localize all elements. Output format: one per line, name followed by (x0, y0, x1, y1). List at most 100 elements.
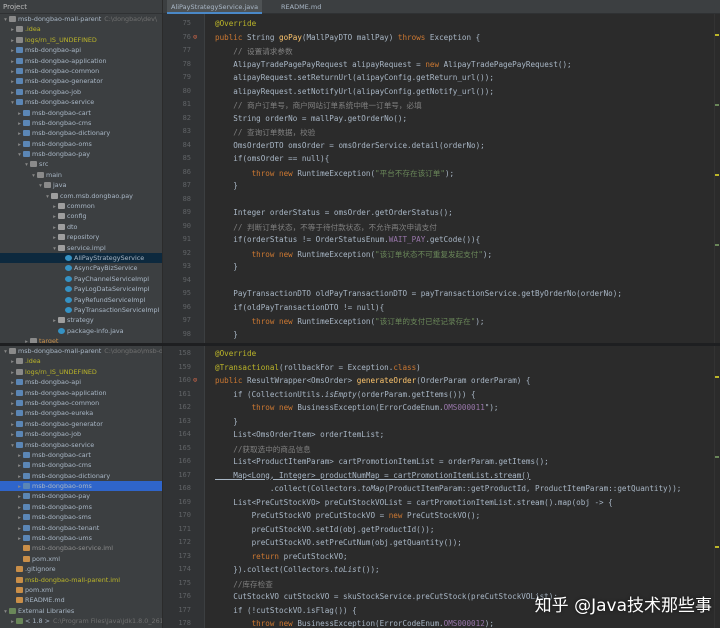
chevron-down-icon[interactable]: ▾ (37, 181, 44, 190)
tree-item[interactable]: ▾ msb-dongbao-pay (0, 149, 162, 159)
tree-item[interactable]: package-info.java (0, 326, 162, 336)
chevron-down-icon[interactable]: ▾ (2, 15, 9, 24)
code-editor[interactable]: @Override public String goPay(MallPayDTO … (205, 14, 720, 343)
tree-item[interactable]: ▸ msb-dongbao-api (0, 45, 162, 55)
chevron-down-icon[interactable]: ▾ (23, 160, 30, 169)
code-line[interactable]: public ResultWrapper<OmsOrder> generateO… (215, 376, 530, 385)
tree-item[interactable]: ▸ msb-dongbao-ums (0, 533, 162, 543)
code-line[interactable]: } (215, 417, 238, 426)
tree-item[interactable]: ▸ msb-dongbao-common (0, 398, 162, 408)
tab-alipay-strategy-service[interactable]: AliPayStrategyService.java (167, 0, 263, 14)
tree-item[interactable]: ▾ msb-dongbao-mall-parent C:\dongbao\msb-d (0, 346, 162, 356)
tree-item[interactable]: ▸ msb-dongbao-cart (0, 450, 162, 460)
tree-item[interactable]: ▸ msb-dongbao-pay (0, 491, 162, 501)
code-line[interactable]: OmsOrderDTO omsOrder = omsOrderService.d… (215, 141, 484, 150)
tree-item[interactable]: ▾ service.impl (0, 243, 162, 253)
tree-item[interactable]: ▸ strategy (0, 315, 162, 325)
tree-item[interactable]: ▸ target (0, 336, 162, 343)
chevron-right-icon[interactable]: ▸ (16, 492, 23, 501)
tree-item[interactable]: ▸ msb-dongbao-tenant (0, 523, 162, 533)
tree-item[interactable]: msb-dongbao-service.iml (0, 543, 162, 553)
tree-item[interactable]: ▸ msb-dongbao-application (0, 388, 162, 398)
code-line[interactable]: alipayRequest.setNotifyUrl(alipayConfig.… (215, 87, 494, 96)
tree-item[interactable]: PayRefundServiceImpl (0, 295, 162, 305)
tree-item[interactable]: ▸ dto (0, 222, 162, 232)
project-tree-header[interactable]: Project (0, 0, 162, 14)
code-line[interactable]: } (215, 330, 238, 339)
code-line[interactable]: @Override (215, 19, 256, 28)
code-line[interactable]: if(omsOrder == null){ (215, 154, 329, 163)
tree-item[interactable]: ▸ logs/rn_IS_UNDEFINED (0, 35, 162, 45)
tree-item[interactable]: ▸ msb-dongbao-application (0, 56, 162, 66)
tree-item[interactable]: .gitignore (0, 564, 162, 574)
code-line[interactable]: preCutStockVO.setId(obj.getProductId()); (215, 525, 435, 534)
tree-item[interactable]: ▸ msb-dongbao-dictionary (0, 128, 162, 138)
tree-item[interactable]: ▾ msb-dongbao-service (0, 97, 162, 107)
chevron-down-icon[interactable]: ▾ (16, 150, 23, 159)
tree-item[interactable]: ▾ main (0, 170, 162, 180)
tree-item[interactable]: ▸ msb-dongbao-dictionary (0, 471, 162, 481)
chevron-right-icon[interactable]: ▸ (16, 140, 23, 149)
tree-item[interactable]: ▾ msb-dongbao-service (0, 440, 162, 450)
tree-item[interactable]: ▾ com.msb.dongbao.pay (0, 191, 162, 201)
code-line[interactable]: String orderNo = mallPay.getOrderNo(); (215, 114, 407, 123)
tree-item[interactable]: ▸ .idea (0, 24, 162, 34)
code-editor[interactable]: @Override @Transactional(rollbackFor = Ex… (205, 346, 720, 628)
code-line[interactable]: Integer orderStatus = omsOrder.getOrderS… (215, 208, 452, 217)
code-line[interactable]: PayTransactionDTO oldPayTransactionDTO =… (215, 289, 622, 298)
code-line[interactable]: Map<Long, Integer> productNumMap = cartP… (215, 471, 530, 480)
code-line[interactable]: List<ProductItemParam> cartPromotionItem… (215, 457, 548, 466)
code-line[interactable]: throw new RuntimeException("该订单的支付已经记录存在… (215, 316, 485, 327)
chevron-right-icon[interactable]: ▸ (9, 378, 16, 387)
chevron-right-icon[interactable]: ▸ (16, 482, 23, 491)
code-line[interactable]: AlipayTradePagePayRequest alipayRequest … (215, 60, 571, 69)
tree-item[interactable]: ▸ msb-dongbao-job (0, 87, 162, 97)
tree-item[interactable]: ▸ msb-dongbao-common (0, 66, 162, 76)
chevron-right-icon[interactable]: ▸ (16, 513, 23, 522)
tree-item[interactable]: PayChannelServiceImpl (0, 274, 162, 284)
tree-item[interactable]: ▸ msb-dongbao-pms (0, 502, 162, 512)
code-line[interactable]: PreCutStockVO preCutStockVO = new PreCut… (215, 511, 481, 520)
tree-item[interactable]: ▸ msb-dongbao-cart (0, 108, 162, 118)
chevron-right-icon[interactable]: ▸ (16, 472, 23, 481)
code-line[interactable]: //库存检查 (215, 579, 273, 590)
tree-item[interactable]: ▾ msb-dongbao-mall-parent C:\dongbao\dev\ (0, 14, 162, 24)
chevron-right-icon[interactable]: ▸ (9, 46, 16, 55)
chevron-right-icon[interactable]: ▸ (16, 534, 23, 543)
tree-item[interactable]: pom.xml (0, 554, 162, 564)
code-line[interactable]: public String goPay(MallPayDTO mallPay) … (215, 33, 480, 42)
tab-readme[interactable]: README.md (277, 0, 325, 14)
tree-item[interactable]: ▸ config (0, 211, 162, 221)
override-marker-icon[interactable]: ⊙ (193, 33, 197, 41)
tree-item[interactable]: ▸ msb-dongbao-job (0, 429, 162, 439)
tree-item[interactable]: ▸ msb-dongbao-oms (0, 481, 162, 492)
chevron-right-icon[interactable]: ▸ (51, 316, 58, 325)
chevron-right-icon[interactable]: ▸ (51, 202, 58, 211)
chevron-right-icon[interactable]: ▸ (16, 461, 23, 470)
tree-item[interactable]: msb-dongbao-mall-parent.iml (0, 575, 162, 585)
code-line[interactable]: alipayRequest.setReturnUrl(alipayConfig.… (215, 73, 494, 82)
chevron-right-icon[interactable]: ▸ (16, 109, 23, 118)
chevron-right-icon[interactable]: ▸ (51, 233, 58, 242)
tree-item[interactable]: ▸ common (0, 201, 162, 211)
chevron-right-icon[interactable]: ▸ (9, 368, 16, 377)
code-line[interactable]: if(orderStatus != OrderStatusEnum.WAIT_P… (215, 235, 480, 244)
tree-item[interactable]: ▸ msb-dongbao-sms (0, 512, 162, 522)
code-line[interactable]: throw new RuntimeException("该订单状态不可重复发起支… (215, 249, 493, 260)
chevron-right-icon[interactable]: ▸ (51, 223, 58, 232)
chevron-right-icon[interactable]: ▸ (9, 25, 16, 34)
code-line[interactable]: CutStockVO cutStockVO = skuStockService.… (215, 592, 558, 601)
code-line[interactable]: return preCutStockVO; (215, 552, 348, 561)
chevron-right-icon[interactable]: ▸ (9, 88, 16, 97)
chevron-right-icon[interactable]: ▸ (51, 212, 58, 221)
chevron-right-icon[interactable]: ▸ (16, 524, 23, 533)
code-line[interactable]: @Override (215, 349, 256, 358)
tree-item[interactable]: ▸ msb-dongbao-api (0, 377, 162, 387)
tree-item[interactable]: AliPayStrategyService (0, 252, 162, 264)
chevron-right-icon[interactable]: ▸ (9, 67, 16, 76)
code-line[interactable]: //获取选中的商品信息 (215, 444, 311, 455)
chevron-right-icon[interactable]: ▸ (9, 357, 16, 366)
tree-item[interactable]: ▸ msb-dongbao-eureka (0, 408, 162, 418)
code-line[interactable]: // 商户订单号，商户网站订单系统中唯一订单号，必填 (215, 100, 421, 111)
chevron-right-icon[interactable]: ▸ (16, 503, 23, 512)
